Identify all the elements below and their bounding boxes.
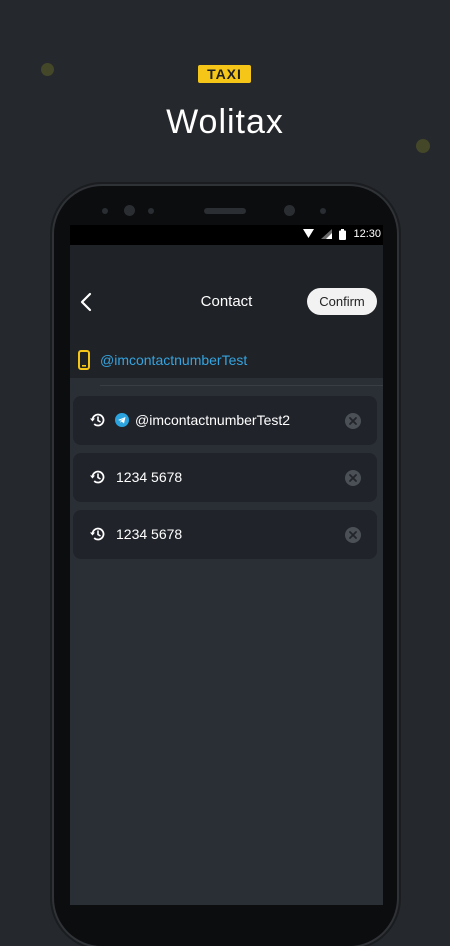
phone-side-button xyxy=(397,410,401,470)
front-sensor xyxy=(102,208,108,214)
history-item-text: 1234 5678 xyxy=(116,469,183,485)
earpiece-speaker xyxy=(204,208,246,214)
front-sensor xyxy=(320,208,326,214)
telegram-icon xyxy=(115,413,129,427)
history-item-text: 1234 5678 xyxy=(116,526,183,542)
history-item-text: @imcontactnumberTest2 xyxy=(135,412,291,428)
divider xyxy=(100,385,383,386)
front-camera xyxy=(124,205,135,216)
history-icon xyxy=(90,413,105,427)
phone-icon xyxy=(78,350,90,370)
status-bar: 12:30 xyxy=(70,225,383,245)
confirm-button[interactable]: Confirm xyxy=(307,288,377,315)
history-icon xyxy=(90,470,105,484)
history-icon xyxy=(90,527,105,541)
clear-icon[interactable] xyxy=(344,469,362,487)
clear-icon[interactable] xyxy=(344,412,362,430)
contact-field[interactable]: @imcontactnumberTest xyxy=(78,349,378,373)
history-item[interactable]: 1234 5678 xyxy=(73,510,377,559)
status-time: 12:30 xyxy=(353,228,381,240)
iris-scanner xyxy=(284,205,295,216)
front-sensor xyxy=(148,208,154,214)
phone-screen: 12:30 Contact Confirm @imcontactnumberTe… xyxy=(70,225,383,905)
history-item[interactable]: @imcontactnumberTest2 xyxy=(73,396,377,445)
contact-value: @imcontactnumberTest xyxy=(100,352,248,368)
wifi-icon xyxy=(303,229,315,238)
battery-icon xyxy=(339,228,347,240)
clear-icon[interactable] xyxy=(344,526,362,544)
history-item[interactable]: 1234 5678 xyxy=(73,453,377,502)
taxi-badge: TAXI xyxy=(198,65,251,83)
signal-icon xyxy=(321,229,333,239)
app-title: Wolitax xyxy=(166,103,284,141)
contact-header: Contact Confirm @imcontactnumberTest xyxy=(70,245,383,386)
decorative-dot xyxy=(41,63,54,76)
